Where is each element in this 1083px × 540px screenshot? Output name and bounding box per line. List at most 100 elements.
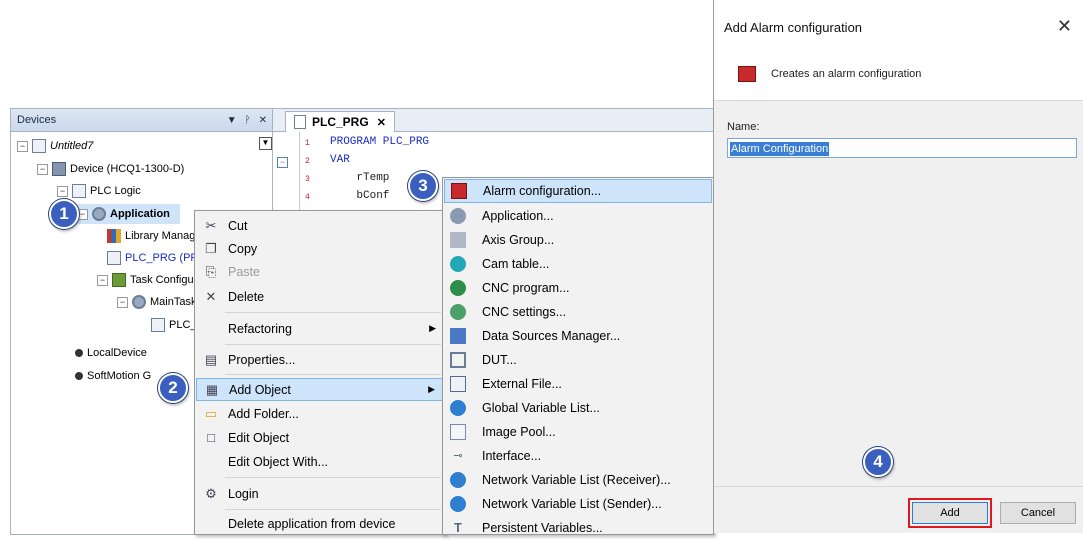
dialog-footer-divider — [714, 486, 1083, 487]
globe-icon — [450, 400, 466, 416]
login-icon: ⚙ — [205, 485, 217, 501]
submenu-item-axis-group[interactable]: Axis Group... — [444, 228, 712, 252]
tree-item-device[interactable]: − Device (HCQ1-1300-D) — [37, 159, 184, 179]
tree-item-library-manager[interactable]: Library Manag — [107, 226, 195, 246]
menu-separator — [225, 344, 441, 345]
menu-separator — [225, 477, 441, 478]
project-icon — [32, 139, 46, 153]
local-device-icon — [75, 349, 83, 357]
submenu-item-image-pool[interactable]: Image Pool... — [444, 420, 712, 444]
interface-icon: ⊸ — [453, 450, 463, 462]
step-badge-2: 2 — [158, 373, 188, 403]
collapse-icon[interactable]: − — [97, 274, 108, 286]
tab-plc-prg[interactable]: PLC_PRG ✕ — [285, 111, 395, 132]
submenu-item-cam-table[interactable]: Cam table... — [444, 252, 712, 276]
delete-icon: ✕ — [205, 288, 217, 304]
persistent-variables-icon: T — [454, 521, 462, 535]
submenu-item-persistent-variables[interactable]: T Persistent Variables... — [444, 516, 712, 540]
step-badge-3: 3 — [408, 171, 438, 201]
menu-item-edit-object-with[interactable]: Edit Object With... — [196, 450, 444, 473]
submenu-item-cnc-program[interactable]: CNC program... — [444, 276, 712, 300]
scroll-down-icon[interactable]: ▼ — [259, 137, 272, 150]
submenu-item-nvl-sender[interactable]: Network Variable List (Sender)... — [444, 492, 712, 516]
line-number: 2 — [305, 157, 310, 166]
external-file-icon — [450, 376, 466, 392]
submenu-item-dut[interactable]: DUT... — [444, 348, 712, 372]
code-line[interactable]: PROGRAM PLC_PRG — [330, 136, 429, 148]
menu-item-refactoring[interactable]: Refactoring ▶ — [196, 317, 444, 340]
pin-icon[interactable]: ᚹ — [245, 115, 251, 126]
menu-item-login[interactable]: ⚙ Login — [196, 482, 444, 505]
submenu-arrow-icon: ▶ — [428, 384, 435, 394]
application-icon — [92, 207, 106, 221]
tree-item-plc-logic[interactable]: − PLC Logic — [57, 181, 141, 201]
add-button[interactable]: Add — [912, 502, 988, 524]
close-panel-icon[interactable]: ✕ — [259, 115, 267, 126]
axis-group-icon — [450, 232, 466, 248]
close-tab-icon[interactable]: ✕ — [377, 116, 386, 129]
add-alarm-configuration-dialog: Add Alarm configuration ✕ Creates an ala… — [713, 0, 1083, 533]
properties-icon: ▤ — [204, 351, 218, 367]
dut-icon — [450, 352, 466, 368]
code-line[interactable]: rTemp — [330, 172, 389, 184]
menu-item-copy[interactable]: ❐ Copy — [196, 237, 444, 260]
dialog-header — [714, 0, 1083, 101]
submenu-arrow-icon: ▶ — [429, 323, 436, 333]
cancel-button[interactable]: Cancel — [1000, 502, 1076, 524]
tree-item-application[interactable]: − Application — [77, 204, 180, 224]
menu-item-paste[interactable]: ⎘ Paste — [196, 260, 444, 283]
menu-item-cut[interactable]: ✂ Cut — [196, 214, 444, 237]
dialog-title: Add Alarm configuration — [724, 20, 863, 35]
fold-icon[interactable]: − — [277, 157, 288, 168]
submenu-item-nvl-receiver[interactable]: Network Variable List (Receiver)... — [444, 468, 712, 492]
collapse-icon[interactable]: − — [17, 140, 28, 152]
collapse-icon[interactable]: − — [57, 185, 68, 197]
tree-item-project[interactable]: − Untitled7 — [17, 136, 93, 156]
cnc-program-icon — [450, 280, 466, 296]
device-icon — [52, 162, 66, 176]
submenu-item-alarm-configuration[interactable]: Alarm configuration... — [444, 179, 712, 203]
menu-item-add-object[interactable]: ▦ Add Object ▶ — [196, 378, 444, 401]
menu-item-properties[interactable]: ▤ Properties... — [196, 348, 444, 371]
tree-item-maintask[interactable]: − MainTask — [117, 292, 196, 312]
cut-icon: ✂ — [205, 217, 217, 233]
application-icon — [450, 208, 466, 224]
line-number: 1 — [305, 139, 310, 148]
menu-item-delete[interactable]: ✕ Delete — [196, 285, 444, 308]
submenu-item-external-file[interactable]: External File... — [444, 372, 712, 396]
data-sources-icon — [450, 328, 466, 344]
name-input[interactable]: Alarm Configuration — [727, 138, 1077, 158]
collapse-icon[interactable]: − — [117, 296, 128, 308]
close-icon[interactable]: ✕ — [1057, 16, 1072, 37]
devices-panel-header: Devices ▼ ᚹ ✕ — [11, 109, 273, 132]
submenu-item-data-sources-manager[interactable]: Data Sources Manager... — [444, 324, 712, 348]
cam-table-icon — [450, 256, 466, 272]
tree-item-task-configuration[interactable]: − Task Configur — [97, 270, 197, 290]
file-icon — [294, 115, 306, 129]
name-input-value: Alarm Configuration — [730, 142, 830, 156]
submenu-item-cnc-settings[interactable]: CNC settings... — [444, 300, 712, 324]
globe-icon — [450, 496, 466, 512]
line-number: 3 — [305, 175, 310, 184]
tree-item-softmotion[interactable]: SoftMotion G — [75, 366, 151, 386]
task-icon — [132, 295, 146, 309]
submenu-item-global-variable-list[interactable]: Global Variable List... — [444, 396, 712, 420]
tree-item-local-device[interactable]: LocalDevice — [75, 343, 147, 363]
alarm-icon — [738, 66, 756, 82]
submenu-item-application[interactable]: Application... — [444, 204, 712, 228]
task-config-icon — [112, 273, 126, 287]
menu-item-edit-object[interactable]: □ Edit Object — [196, 426, 444, 449]
code-line[interactable]: bConf — [330, 190, 389, 202]
plc-logic-icon — [72, 184, 86, 198]
menu-item-delete-application[interactable]: Delete application from device — [196, 512, 444, 535]
add-object-submenu: Alarm configuration... Application... Ax… — [442, 177, 714, 535]
tree-item-plc-call[interactable]: PLC_I — [151, 315, 200, 335]
tree-item-plc-prg[interactable]: PLC_PRG (PR — [107, 248, 198, 268]
submenu-item-interface[interactable]: ⊸ Interface... — [444, 444, 712, 468]
context-menu: ✂ Cut ❐ Copy ⎘ Paste ✕ Delete Refactorin… — [194, 210, 446, 535]
code-line[interactable]: VAR — [330, 154, 350, 166]
collapse-icon[interactable]: − — [37, 163, 48, 175]
dropdown-icon[interactable]: ▼ — [227, 115, 237, 126]
menu-item-add-folder[interactable]: ▭ Add Folder... — [196, 402, 444, 425]
library-icon — [107, 229, 121, 243]
